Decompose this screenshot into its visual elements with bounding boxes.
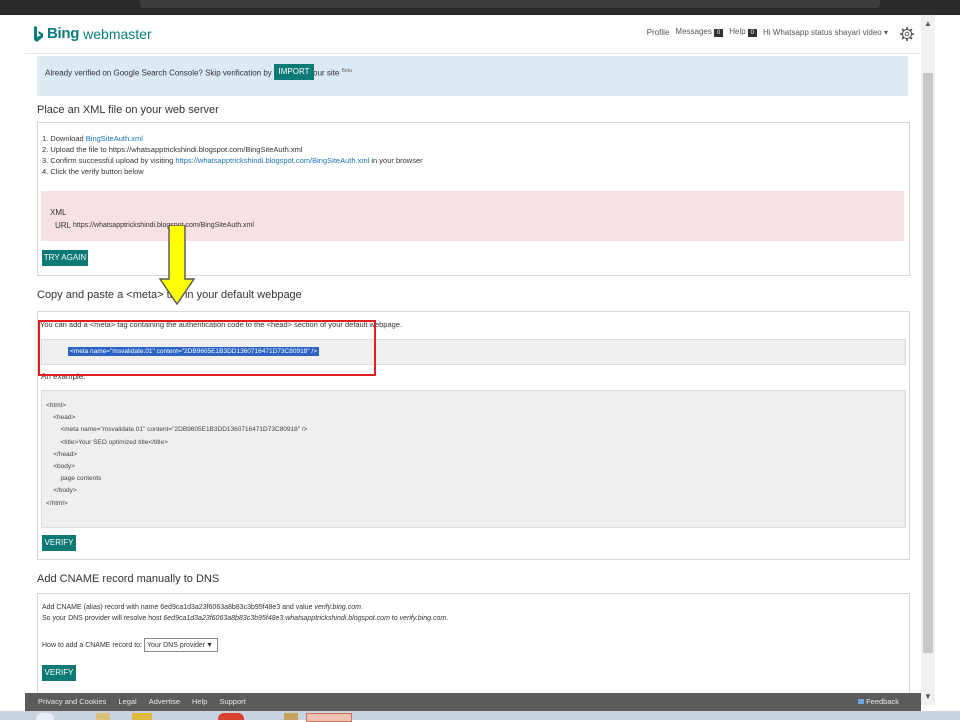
cname-line-1-end: . [360, 604, 363, 611]
howto-label: How to add a CNAME record to: [42, 641, 142, 649]
cname-line-2-mid: to [389, 615, 400, 622]
cname-line-2: So your DNS provider will resolve host 6… [42, 613, 448, 624]
code-line: <title>Your SEO optimized title</title> [46, 438, 168, 446]
footer-advertise-link[interactable]: Advertise [149, 697, 180, 706]
highlight-rectangle [38, 320, 376, 376]
user-greeting: Hi Whatsapp status shayari video [763, 27, 882, 37]
example-code-box: <html> <head> <meta name="msvalidate.01"… [41, 390, 906, 528]
import-banner: Already verified on Google Search Consol… [37, 56, 908, 96]
scroll-thumb[interactable] [923, 73, 933, 653]
xml-section-title: Place an XML file on your web server [37, 104, 219, 116]
step-4: 4. Click the verify button below [42, 166, 423, 177]
code-line: <html> [46, 402, 66, 409]
url-label: URL [55, 221, 72, 230]
cname-target: verify.bing.com [399, 615, 447, 622]
cname-line-1: Add CNAME (alias) record with name 6ed9c… [42, 602, 448, 613]
cname-line-2-text: So your DNS provider will resolve host [42, 615, 164, 622]
code-line: </head> [46, 450, 78, 458]
beta-tag: Beta [341, 68, 352, 74]
brand-name: Bing [47, 25, 80, 42]
taskbar-app-icon[interactable] [218, 713, 244, 720]
help-link[interactable]: Help 0 [729, 27, 758, 37]
dns-provider-select[interactable]: Your DNS provider ▼ [144, 638, 218, 652]
verify-cname-button[interactable]: VERIFY [42, 665, 76, 681]
xml-steps: 1. Download BingSiteAuth.xml 2. Upload t… [42, 133, 423, 177]
user-menu[interactable]: Hi Whatsapp status shayari video ▾ [763, 28, 888, 37]
product-name: webmaster [83, 25, 152, 42]
taskbar-app-icon[interactable] [96, 713, 110, 720]
footer-support-link[interactable]: Support [219, 697, 245, 706]
chevron-down-icon: ▾ [883, 27, 888, 37]
feedback-label: Feedback [866, 697, 899, 706]
messages-link[interactable]: Messages 0 [675, 27, 724, 37]
step-1: 1. Download BingSiteAuth.xml [42, 133, 423, 144]
code-line: <head> [46, 414, 76, 422]
step-4-text: 4. Click the verify button below [42, 167, 144, 176]
step-2: 2. Upload the file to https://whatsapptr… [42, 144, 423, 155]
step-2-text: 2. Upload the file to https://whatsapptr… [42, 145, 303, 154]
code-line: </html> [46, 499, 68, 507]
browser-frame-right [935, 15, 960, 705]
messages-label: Messages [675, 27, 712, 36]
messages-count-badge: 0 [713, 29, 724, 37]
footer-links: Privacy and Cookies Legal Advertise Help… [38, 697, 246, 706]
xml-label: XML [50, 208, 67, 217]
gear-icon[interactable] [900, 27, 914, 41]
dns-selected-value: Your DNS provider [147, 642, 206, 649]
yellow-down-arrow-icon [159, 225, 195, 305]
cname-value: verify.bing.com [314, 604, 361, 611]
cname-instructions: Add CNAME (alias) record with name 6ed9c… [42, 602, 448, 624]
cname-section-title: Add CNAME record manually to DNS [37, 573, 220, 585]
step-1-text: 1. Download [42, 134, 86, 143]
code-line: </body> [46, 487, 77, 495]
step-3-suffix: in your browser [369, 156, 423, 165]
scroll-down-arrow-icon[interactable]: ▼ [921, 692, 935, 701]
browser-frame-left [0, 15, 25, 705]
os-taskbar [0, 711, 960, 722]
address-bar[interactable] [140, 0, 880, 8]
dns-howto-row: How to add a CNAME record to: Your DNS p… [42, 638, 218, 652]
code-line: <body> [46, 463, 75, 471]
cname-line-1-text: Add CNAME (alias) record with name 6ed9c… [42, 604, 315, 611]
verify-meta-button[interactable]: VERIFY [42, 535, 76, 551]
download-xml-link[interactable]: BingSiteAuth.xml [86, 134, 143, 143]
start-button-icon[interactable] [36, 713, 54, 720]
dropdown-arrow-icon: ▼ [206, 642, 213, 649]
feedback-icon [858, 699, 865, 704]
taskbar-app-icon[interactable] [284, 713, 298, 720]
page-footer: Privacy and Cookies Legal Advertise Help… [25, 693, 921, 711]
cname-panel: Add CNAME (alias) record with name 6ed9c… [37, 593, 910, 694]
browser-frame-top [0, 0, 960, 15]
import-button[interactable]: IMPORT [274, 64, 314, 80]
bing-webmaster-logo[interactable]: Bing webmaster [33, 25, 152, 42]
footer-help-link[interactable]: Help [192, 697, 207, 706]
top-header: Bing webmaster Profile Messages 0 Help 0 H… [25, 15, 920, 54]
help-label: Help [729, 27, 746, 36]
taskbar-app-icon[interactable] [306, 713, 352, 722]
verify-url-link[interactable]: https://whatsapptrickshindi.blogspot.com… [175, 156, 369, 165]
top-nav: Profile Messages 0 Help 0 Hi Whatsapp stat… [647, 23, 914, 41]
taskbar-app-icon[interactable] [132, 713, 152, 720]
code-line: page contents [46, 475, 102, 483]
step-3-text: 3. Confirm successful upload by visiting [42, 156, 176, 165]
feedback-button[interactable]: Feedback [858, 697, 899, 706]
footer-legal-link[interactable]: Legal [118, 697, 136, 706]
footer-privacy-link[interactable]: Privacy and Cookies [38, 697, 106, 706]
scroll-up-arrow-icon[interactable]: ▲ [921, 19, 935, 28]
step-3: 3. Confirm successful upload by visiting… [42, 155, 423, 166]
profile-link[interactable]: Profile [647, 28, 670, 37]
example-code: <html> <head> <meta name="msvalidate.01"… [46, 400, 307, 510]
code-line: <meta name="msvalidate.01" content="2DB9… [46, 426, 308, 434]
try-again-button[interactable]: TRY AGAIN [42, 250, 88, 266]
help-count-badge: 0 [747, 29, 758, 37]
cname-line-2-end: . [446, 615, 449, 622]
vertical-scrollbar[interactable]: ▲ ▼ [921, 15, 935, 705]
bing-logo-icon [34, 25, 43, 42]
cname-host: 6ed9ca1d3a23f6063a8b83c3b95f48e3.whatsap… [163, 615, 390, 622]
